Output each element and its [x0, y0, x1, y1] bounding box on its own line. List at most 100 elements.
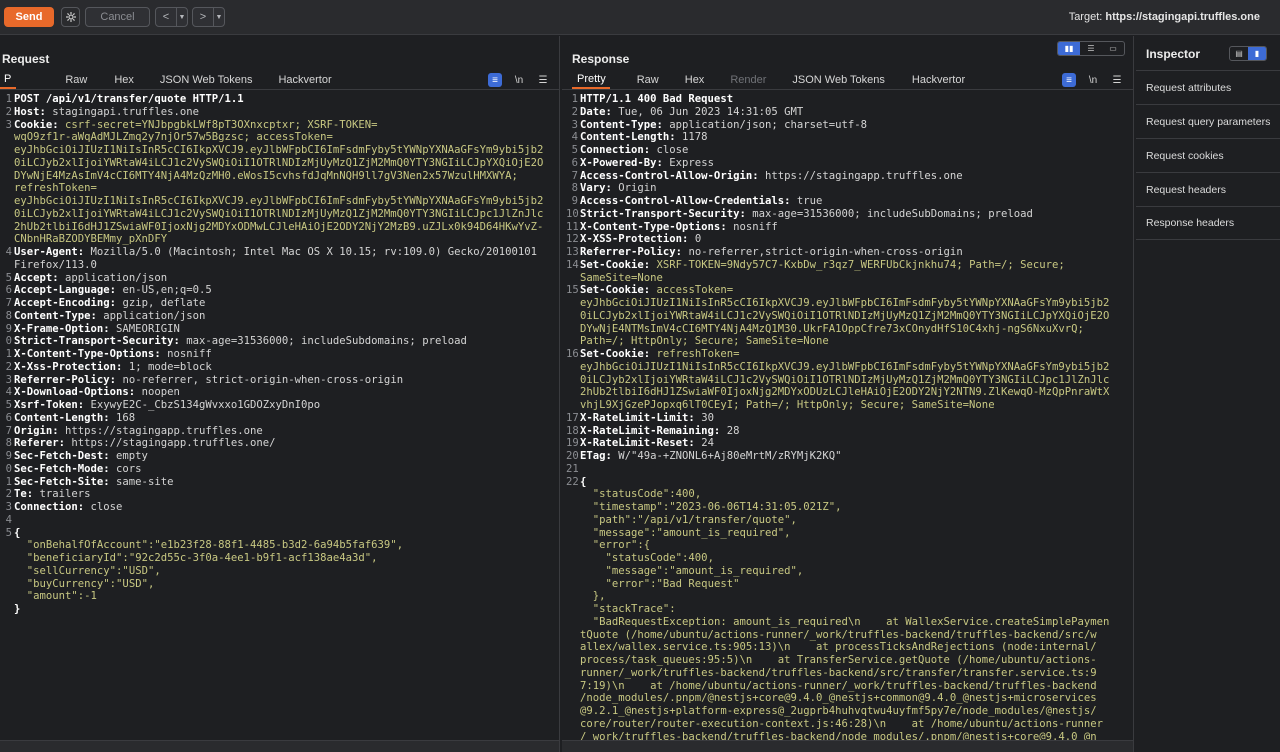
header-name: X-Frame-Option: — [14, 322, 110, 335]
line-number: 7 — [5, 297, 12, 309]
inspector-request-cookies[interactable]: Request cookies — [1136, 138, 1280, 172]
menu-icon[interactable]: ☰ — [536, 73, 550, 87]
settings-button[interactable] — [61, 7, 80, 27]
line-number: 2 — [571, 105, 578, 118]
line-number — [0, 590, 12, 603]
header-value: trailers — [33, 488, 91, 501]
header-line: Te: trailers — [12, 488, 559, 501]
header-value: en-US,en;q=0.5 — [116, 284, 212, 297]
panel-view-icon[interactable]: ▮ — [1248, 47, 1266, 60]
code-line: 3 Content-Type: application/json; charset… — [566, 119, 1133, 132]
wrap-lines-icon[interactable]: ≡ — [488, 73, 502, 87]
code-line: 4 Content-Length: 1178 — [566, 131, 1133, 144]
newline-toggle[interactable]: \n — [1086, 73, 1100, 87]
tab-hex[interactable]: Hex — [676, 71, 723, 89]
json-line: "statusCode":400, — [580, 552, 714, 564]
inspector-layout-toggle[interactable]: ▤ ▮ — [1229, 46, 1267, 61]
code-line: 16 Set-Cookie: refreshToken= eyJhbGciOiJI… — [566, 348, 1133, 412]
header-name: X-XSS-Protection: — [580, 233, 689, 246]
line-number — [0, 552, 12, 565]
forward-button[interactable]: > ▼ — [192, 7, 225, 27]
header-name: Set-Cookie: — [580, 258, 651, 271]
tab-json-web-tokens[interactable]: JSON Web Tokens — [784, 71, 899, 89]
json-line: "error":"Bad Request" — [580, 577, 740, 590]
line-number: 15 — [566, 284, 579, 297]
line-number: 6 — [5, 284, 12, 297]
code-line: 19 X-RateLimit-Reset: 24 — [566, 437, 1133, 450]
code-line: "sellCurrency":"USD", — [0, 565, 559, 578]
tab-pretty[interactable]: P — [0, 71, 17, 89]
line-number: 11 — [566, 220, 579, 233]
code-line: "stackTrace": — [566, 603, 1133, 616]
header-value: Mozilla/5.0 (Macintosh; Intel Mac OS X 1… — [14, 246, 538, 271]
header-name: Set-Cookie: — [580, 348, 651, 360]
menu-icon[interactable]: ☰ — [1110, 73, 1124, 87]
tab-hackvertor[interactable]: Hackvertor — [266, 71, 331, 89]
line-number: 1 — [5, 348, 12, 360]
newline-toggle[interactable]: \n — [512, 73, 526, 87]
code-line: 5 Xsrf-Token: ExywyE2C-_CbzS134gWvxxo1GDO… — [0, 399, 559, 412]
code-line: 7 Access-Control-Allow-Origin: https://st… — [566, 170, 1133, 183]
inspector-request-headers[interactable]: Request headers — [1136, 172, 1280, 206]
header-value: close — [650, 144, 689, 156]
chevron-down-icon[interactable]: ▼ — [176, 8, 187, 26]
header-value: https://stagingapp.truffles.one — [758, 169, 963, 182]
code-line: 10 Strict-Transport-Security: max-age=315… — [566, 208, 1133, 221]
tab-raw[interactable]: Raw — [610, 71, 676, 89]
header-value: https://stagingapp.truffles.one — [58, 424, 263, 437]
header-value: cors — [109, 462, 142, 475]
response-search-bar[interactable] — [562, 740, 1133, 752]
inspector-request-attributes[interactable]: Request attributes — [1136, 70, 1280, 104]
code-line: 4 User-Agent: Mozilla/5.0 (Macintosh; Int… — [0, 246, 559, 272]
back-button[interactable]: < ▼ — [155, 7, 188, 27]
header-name: Content-Type: — [580, 118, 663, 131]
tab-render[interactable]: Render — [722, 71, 784, 89]
list-view-icon[interactable]: ▤ — [1230, 47, 1248, 60]
json-line: }, — [580, 590, 606, 603]
code-line: 4 — [0, 514, 559, 527]
tab-pretty[interactable]: Pretty — [572, 71, 610, 89]
inspector-request-query-parameters[interactable]: Request query parameters — [1136, 104, 1280, 138]
header-value: SAMEORIGIN — [109, 322, 180, 335]
line-number: 22 — [566, 475, 579, 488]
header-name: X-Xss-Protection: — [14, 360, 123, 373]
header-name: X-RateLimit-Remaining: — [580, 424, 721, 437]
header-line: X-Content-Type-Options: nosniff — [12, 348, 559, 361]
response-editor[interactable]: 1 HTTP/1.1 400 Bad Request 2 Date: Tue, 06 … — [566, 93, 1133, 740]
header-line: Accept-Language: en-US,en;q=0.5 — [12, 284, 559, 297]
line-number: 7 — [5, 424, 12, 437]
header-name: Te: — [14, 488, 34, 501]
tab-json-web-tokens[interactable]: JSON Web Tokens — [152, 71, 267, 89]
tabbed-icon[interactable]: ▭ — [1102, 42, 1124, 55]
header-value: nosniff — [160, 348, 212, 360]
tab-raw[interactable]: Raw — [16, 71, 104, 89]
wrap-lines-icon[interactable]: ≡ — [1062, 73, 1076, 87]
code-line: "buyCurrency":"USD", — [0, 578, 559, 591]
header-value: noopen — [135, 386, 180, 399]
line-number: 14 — [566, 258, 579, 271]
header-value: Tue, 06 Jun 2023 14:31:05 GMT — [611, 105, 804, 118]
line-number: 0 — [5, 335, 12, 348]
header-line: Sec-Fetch-Mode: cors — [12, 463, 559, 476]
cancel-button[interactable]: Cancel — [85, 7, 150, 27]
target-label[interactable]: Target: https://stagingapi.truffles.one — [1069, 11, 1260, 23]
tab-hackvertor[interactable]: Hackvertor — [899, 71, 965, 89]
layout-toggle[interactable]: ▮▮ ☰ ▭ — [1057, 41, 1125, 56]
line-number — [566, 527, 578, 540]
chevron-down-icon[interactable]: ▼ — [213, 8, 224, 26]
target-prefix: Target: — [1068, 11, 1106, 23]
top-toolbar: Send Cancel < ▼ > ▼ Target: https://stag… — [0, 0, 1280, 35]
request-editor[interactable]: 1 POST /api/v1/transfer/quote HTTP/1.1 2 Ho… — [0, 93, 559, 740]
header-value: 1178 — [675, 131, 708, 144]
stacked-icon[interactable]: ☰ — [1080, 42, 1102, 55]
request-search-bar[interactable] — [0, 740, 559, 752]
inspector-response-headers[interactable]: Response headers — [1136, 206, 1280, 240]
header-value: 168 — [109, 411, 136, 424]
header-line: Accept: application/json — [12, 272, 559, 285]
send-button[interactable]: Send — [4, 7, 54, 27]
line-number: 5 — [5, 399, 12, 411]
side-by-side-icon[interactable]: ▮▮ — [1058, 42, 1080, 55]
header-value: https://stagingapp.truffles.one/ — [65, 437, 276, 450]
tab-hex[interactable]: Hex — [104, 71, 152, 89]
code-line: "beneficiaryId":"92c2d55c-3f0a-4ee1-b9f1… — [0, 552, 559, 565]
